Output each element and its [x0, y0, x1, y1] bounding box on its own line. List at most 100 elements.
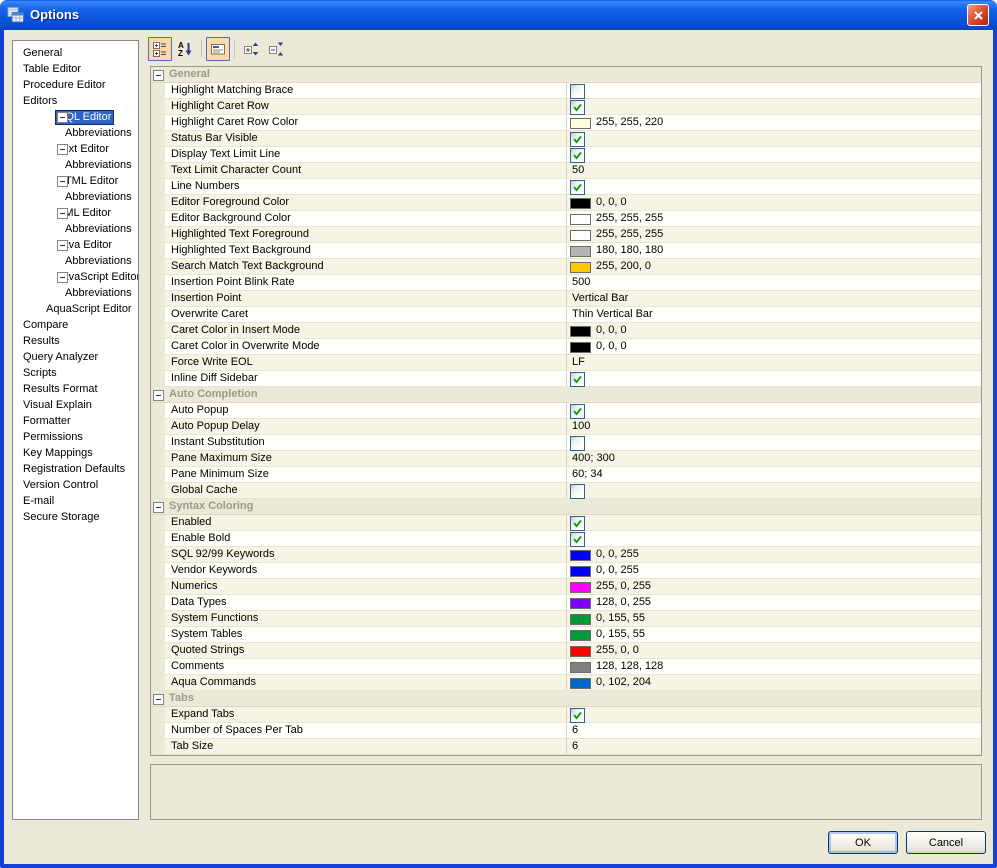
cancel-button[interactable]: Cancel — [906, 831, 986, 854]
sidebar-item-xml-editor[interactable]: XML Editor — [13, 205, 138, 221]
categorized-view-button[interactable] — [148, 37, 172, 61]
checkbox-checked[interactable] — [570, 404, 585, 419]
checkbox-checked[interactable] — [570, 180, 585, 195]
property-value[interactable]: 0, 0, 255 — [566, 547, 981, 562]
sort-alphabetical-button[interactable]: A Z — [173, 37, 197, 61]
color-swatch[interactable] — [570, 678, 591, 689]
collapse-section-icon[interactable] — [153, 390, 164, 401]
sidebar-item-permissions[interactable]: Permissions — [13, 429, 138, 445]
sidebar-item-editors[interactable]: Editors — [13, 93, 138, 109]
property-value[interactable] — [566, 131, 981, 147]
property-value[interactable]: Vertical Bar — [566, 291, 981, 306]
property-value[interactable]: 500 — [566, 275, 981, 290]
ok-button[interactable]: OK — [828, 831, 898, 854]
color-swatch[interactable] — [570, 230, 591, 241]
sidebar-item-javascript-editor[interactable]: JavaScript Editor — [13, 269, 138, 285]
property-value[interactable] — [566, 515, 981, 531]
property-value[interactable] — [566, 531, 981, 547]
sidebar-item-key-mappings[interactable]: Key Mappings — [13, 445, 138, 461]
checkbox-checked[interactable] — [570, 532, 585, 547]
checkbox-unchecked[interactable] — [570, 84, 585, 99]
color-swatch[interactable] — [570, 246, 591, 257]
property-value[interactable] — [566, 435, 981, 451]
property-value[interactable]: 255, 255, 255 — [566, 227, 981, 242]
property-value[interactable] — [566, 147, 981, 163]
property-value[interactable]: 0, 0, 0 — [566, 339, 981, 354]
property-value[interactable]: 100 — [566, 419, 981, 434]
sidebar-item-results-format[interactable]: Results Format — [13, 381, 138, 397]
sidebar-item-text-editor[interactable]: Text Editor — [13, 141, 138, 157]
checkbox-unchecked[interactable] — [570, 484, 585, 499]
property-value[interactable]: 180, 180, 180 — [566, 243, 981, 258]
color-swatch[interactable] — [570, 198, 591, 209]
sidebar-item-version-control[interactable]: Version Control — [13, 477, 138, 493]
property-value[interactable] — [566, 707, 981, 723]
sidebar-item-secure-storage[interactable]: Secure Storage — [13, 509, 138, 525]
sidebar-item-abbreviations[interactable]: Abbreviations — [13, 221, 138, 237]
sidebar-item-abbreviations[interactable]: Abbreviations — [13, 157, 138, 173]
section-header-syntax-coloring[interactable]: Syntax Coloring — [151, 499, 981, 515]
color-swatch[interactable] — [570, 662, 591, 673]
sidebar-item-table-editor[interactable]: Table Editor — [13, 61, 138, 77]
property-value[interactable] — [566, 403, 981, 419]
collapse-section-icon[interactable] — [153, 694, 164, 705]
sidebar-item-abbreviations[interactable]: Abbreviations — [13, 125, 138, 141]
collapse-section-icon[interactable] — [153, 70, 164, 81]
sidebar-item-registration-defaults[interactable]: Registration Defaults — [13, 461, 138, 477]
property-value[interactable]: 6 — [566, 739, 981, 754]
checkbox-checked[interactable] — [570, 148, 585, 163]
section-header-general[interactable]: General — [151, 67, 981, 83]
tree-collapse-icon[interactable] — [57, 272, 68, 283]
checkbox-checked[interactable] — [570, 132, 585, 147]
sidebar-item-aquascript-editor[interactable]: AquaScript Editor — [13, 301, 138, 317]
tree-collapse-icon[interactable] — [57, 208, 68, 219]
property-value[interactable]: 128, 128, 128 — [566, 659, 981, 674]
sidebar-item-java-editor[interactable]: Java Editor — [13, 237, 138, 253]
property-value[interactable]: 255, 255, 220 — [566, 115, 981, 130]
property-value[interactable]: 0, 155, 55 — [566, 611, 981, 626]
sidebar-item-results[interactable]: Results — [13, 333, 138, 349]
checkbox-checked[interactable] — [570, 372, 585, 387]
sidebar-item-query-analyzer[interactable]: Query Analyzer — [13, 349, 138, 365]
section-header-auto-completion[interactable]: Auto Completion — [151, 387, 981, 403]
tree-collapse-icon[interactable] — [57, 144, 68, 155]
sidebar-item-e-mail[interactable]: E-mail — [13, 493, 138, 509]
color-swatch[interactable] — [570, 214, 591, 225]
property-value[interactable]: 50 — [566, 163, 981, 178]
sidebar-item-abbreviations[interactable]: Abbreviations — [13, 285, 138, 301]
show-description-button[interactable] — [206, 37, 230, 61]
checkbox-unchecked[interactable] — [570, 436, 585, 451]
property-value[interactable] — [566, 371, 981, 387]
collapse-all-button[interactable] — [264, 37, 288, 61]
property-value[interactable]: 128, 0, 255 — [566, 595, 981, 610]
property-value[interactable] — [566, 83, 981, 99]
sidebar-item-general[interactable]: General — [13, 45, 138, 61]
property-value[interactable] — [566, 179, 981, 195]
property-value[interactable]: 6 — [566, 723, 981, 738]
property-value[interactable]: LF — [566, 355, 981, 370]
property-value[interactable]: 0, 0, 0 — [566, 323, 981, 338]
color-swatch[interactable] — [570, 342, 591, 353]
tree-collapse-icon[interactable] — [57, 176, 68, 187]
property-value[interactable]: 255, 200, 0 — [566, 259, 981, 274]
expand-all-button[interactable] — [239, 37, 263, 61]
checkbox-checked[interactable] — [570, 100, 585, 115]
close-button[interactable] — [967, 4, 989, 26]
color-swatch[interactable] — [570, 582, 591, 593]
property-value[interactable]: Thin Vertical Bar — [566, 307, 981, 322]
sidebar-item-sql-editor[interactable]: SQL Editor — [13, 109, 138, 125]
tree-collapse-icon[interactable] — [57, 112, 68, 123]
property-value[interactable]: 0, 102, 204 — [566, 675, 981, 690]
sidebar-item-abbreviations[interactable]: Abbreviations — [13, 253, 138, 269]
color-swatch[interactable] — [570, 566, 591, 577]
color-swatch[interactable] — [570, 262, 591, 273]
color-swatch[interactable] — [570, 118, 591, 129]
property-value[interactable] — [566, 483, 981, 499]
color-swatch[interactable] — [570, 550, 591, 561]
collapse-section-icon[interactable] — [153, 502, 164, 513]
checkbox-checked[interactable] — [570, 708, 585, 723]
property-value[interactable]: 0, 0, 0 — [566, 195, 981, 210]
sidebar-item-visual-explain[interactable]: Visual Explain — [13, 397, 138, 413]
property-value[interactable]: 255, 0, 0 — [566, 643, 981, 658]
color-swatch[interactable] — [570, 598, 591, 609]
